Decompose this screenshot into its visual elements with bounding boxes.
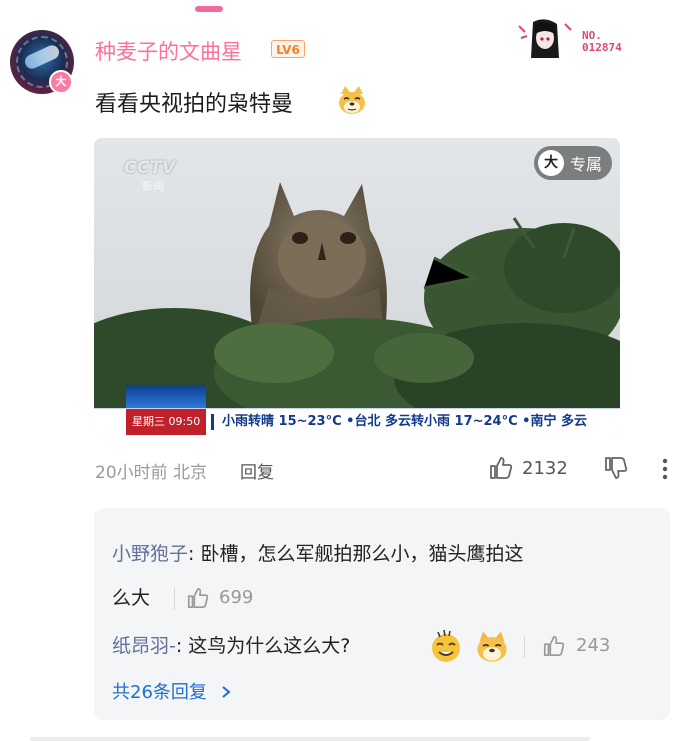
bottom-divider <box>30 737 590 741</box>
ticker-date: 星期三 09:50 <box>126 409 206 435</box>
thumb-up-icon[interactable] <box>542 634 566 658</box>
more-vertical-icon[interactable] <box>660 456 670 482</box>
reply-username[interactable]: 小野狍子 <box>112 543 188 565</box>
reply-item[interactable]: 纸昂羽-: 这鸟为什么这么大? <box>112 626 350 666</box>
fan-number: NO. 012874 <box>582 29 622 54</box>
comment-text: 看看央视拍的枭特曼 <box>95 92 294 117</box>
news-ticker: 星期三 09:50 小雨转晴 15~23°C •台北 多云转小雨 17~24°C… <box>94 408 620 435</box>
doge-emoji <box>339 86 365 114</box>
video-thumbnail[interactable]: CCTV 新闻 大 专属 星期三 09:50 小雨转晴 15~23°C •台北 … <box>94 138 620 435</box>
avatar-vip-badge: 大 <box>49 70 73 94</box>
exclusive-badge[interactable]: 大 专属 <box>533 146 612 180</box>
thumb-up-icon[interactable] <box>186 586 210 610</box>
view-all-replies-link[interactable]: 共26条回复 <box>112 678 233 704</box>
reply-text-continued: 么大 <box>112 587 151 609</box>
fan-decoration-icon <box>518 19 572 58</box>
level-badge: LV6 <box>271 40 305 58</box>
channel-logo-sub: 新闻 <box>142 180 164 193</box>
reply-username[interactable]: 纸昂羽- <box>112 635 176 657</box>
reply-like-count: 243 <box>576 635 611 656</box>
chevron-right-icon <box>222 686 231 698</box>
reply-button[interactable]: 回复 <box>240 458 274 483</box>
reply-text: : 这鸟为什么这么大? <box>175 635 351 657</box>
like-count: 2132 <box>522 458 568 479</box>
sweat-smile-emoji <box>432 629 460 662</box>
reply-item[interactable]: 小野狍子: 卧槽，怎么军舰拍那么小，猫头鹰拍这 <box>112 534 523 574</box>
reply-like-count: 699 <box>219 587 254 608</box>
sheet-drag-handle[interactable] <box>195 6 223 12</box>
exclusive-icon: 大 <box>537 150 564 176</box>
thumb-up-icon[interactable] <box>488 455 514 481</box>
channel-logo: CCTV <box>124 158 176 178</box>
thumb-down-icon[interactable] <box>603 455 629 481</box>
username[interactable]: 种麦子的文曲星 <box>95 36 242 66</box>
ticker-text: 小雨转晴 15~23°C •台北 多云转小雨 17~24°C •南宁 多云 <box>222 414 588 429</box>
replies-panel: 小野狍子: 卧槽，怎么军舰拍那么小，猫头鹰拍这 么大 699 纸昂羽-: 这鸟为… <box>94 508 670 720</box>
reply-text: : 卧槽，怎么军舰拍那么小，猫头鹰拍这 <box>188 543 524 565</box>
exclusive-label: 专属 <box>569 155 602 174</box>
ticker-logo <box>126 385 206 409</box>
comment-time-location: 20小时前 北京 <box>95 463 208 483</box>
doge-emoji <box>477 631 507 662</box>
